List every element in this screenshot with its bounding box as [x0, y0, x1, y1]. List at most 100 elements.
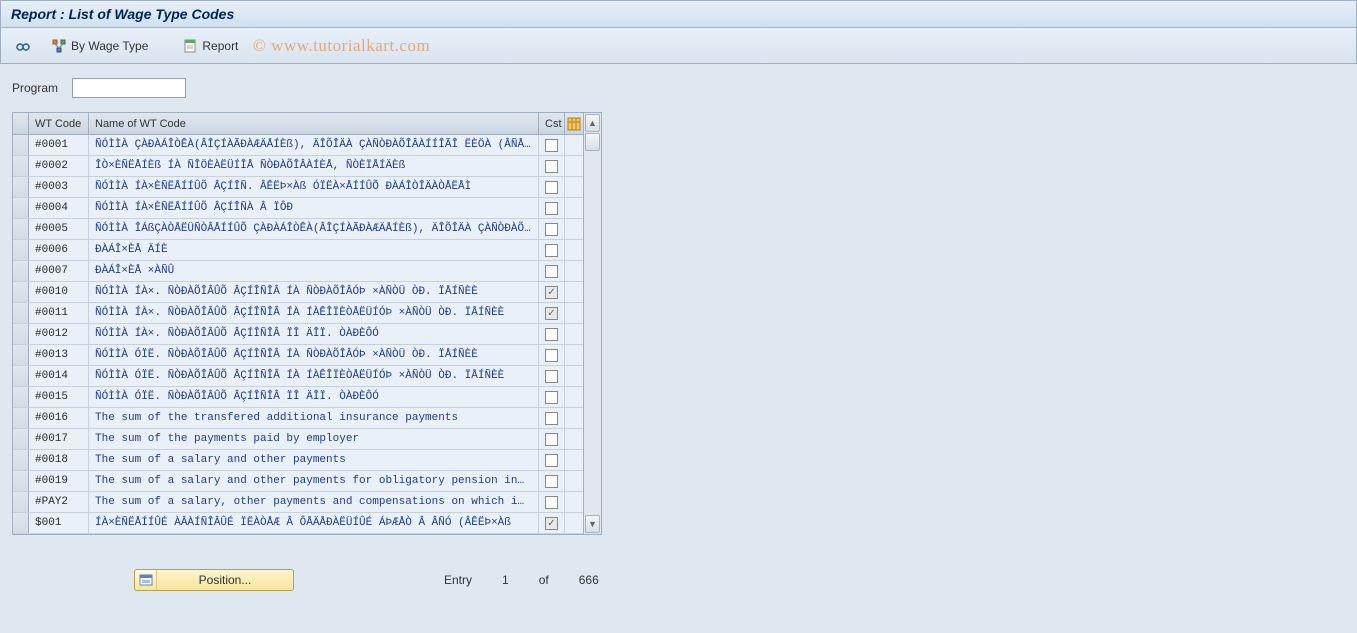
table-row[interactable]: #0015ÑÓÌÌÀ ÓÏË. ÑÒÐÀÕÎÂÛÕ ÂÇÍÎÑÎÂ ÏÎ ÄÎÏ… [13, 387, 583, 408]
th-cst[interactable]: Cst [539, 113, 565, 134]
row-selector[interactable] [13, 471, 29, 491]
row-selector[interactable] [13, 282, 29, 302]
row-selector[interactable] [13, 261, 29, 281]
scroll-down-button[interactable]: ▼ [585, 515, 600, 533]
table-row[interactable]: #0011ÑÓÌÌÀ ÍÀ×. ÑÒÐÀÕÎÂÛÕ ÂÇÍÎÑÎÂ ÍÀ ÍÀÊ… [13, 303, 583, 324]
table-row[interactable]: #0007ÐÀÁÎ×ÈÅ ×ÀÑÛ [13, 261, 583, 282]
table-row[interactable]: #0005ÑÓÌÌÀ ÎÁßÇÀÒÅËÜÑÒÂÅÍÍÛÕ ÇÀÐÀÁÎÒÊÀ(Â… [13, 219, 583, 240]
table-row[interactable]: #0003ÑÓÌÌÀ ÍÀ×ÈÑËÅÍÍÛÕ ÂÇÍÎÑ. ÂÊËÞ×Àß ÓÏ… [13, 177, 583, 198]
table-row[interactable]: #0017The sum of the payments paid by emp… [13, 429, 583, 450]
wage-type-table: WT Code Name of WT Code Cst #0001ÑÓÌÌÀ Ç… [12, 112, 602, 535]
th-wt-name[interactable]: Name of WT Code [89, 113, 539, 134]
table-row[interactable]: #0010ÑÓÌÌÀ ÍÀ×. ÑÒÐÀÕÎÂÛÕ ÂÇÍÎÑÎÂ ÍÀ ÑÒÐ… [13, 282, 583, 303]
table-row[interactable]: #0019The sum of a salary and other payme… [13, 471, 583, 492]
cst-checkbox[interactable] [545, 244, 558, 257]
cell-wt-code: #0017 [29, 429, 89, 449]
cst-checkbox[interactable] [545, 139, 558, 152]
cell-cst [539, 408, 565, 428]
cell-wt-code: #0016 [29, 408, 89, 428]
row-selector[interactable] [13, 177, 29, 197]
th-selector[interactable] [13, 113, 29, 134]
cell-cst [539, 513, 565, 533]
table-row[interactable]: $001ÍÀ×ÈÑËÅÍÍÛÉ ÀÂÀÍÑÎÂÛÉ ÏËÀÒÅÆ Â ÔÅÄÅÐ… [13, 513, 583, 534]
vertical-scrollbar[interactable]: ▲ ▼ [583, 113, 601, 534]
cst-checkbox[interactable] [545, 160, 558, 173]
cell-wt-name: ÎÒ×ÈÑËÅÍÈß ÍÀ ÑÎÖÈÀËÜÍÎÅ ÑÒÐÀÕÎÂÀÍÈÅ, ÑÒ… [89, 156, 539, 176]
detail-button[interactable] [11, 36, 35, 56]
table-row[interactable]: #0001ÑÓÌÌÀ ÇÀÐÀÁÎÒÊÀ(ÂÎÇÍÀÃÐÀÆÄÅÍÈß), ÄÎ… [13, 135, 583, 156]
table-row[interactable]: #PAY2The sum of a salary, other payments… [13, 492, 583, 513]
table-row[interactable]: #0006ÐÀÁÎ×ÈÅ ÄÍÈ [13, 240, 583, 261]
cst-checkbox[interactable] [545, 475, 558, 488]
cst-checkbox[interactable] [545, 391, 558, 404]
cst-checkbox[interactable] [545, 265, 558, 278]
th-wt-code[interactable]: WT Code [29, 113, 89, 134]
table-row[interactable]: #0014ÑÓÌÌÀ ÓÏË. ÑÒÐÀÕÎÂÛÕ ÂÇÍÎÑÎÂ ÍÀ ÍÀÊ… [13, 366, 583, 387]
row-selector[interactable] [13, 450, 29, 470]
title-bar: Report : List of Wage Type Codes [0, 0, 1357, 28]
cell-spacer [565, 450, 583, 470]
row-selector[interactable] [13, 135, 29, 155]
cell-spacer [565, 156, 583, 176]
cell-wt-name: ÑÓÌÌÀ ÍÀ×. ÑÒÐÀÕÎÂÛÕ ÂÇÍÎÑÎÂ ÏÎ ÄÎÏ. ÒÀÐ… [89, 324, 539, 344]
entry-label: Entry [444, 573, 472, 587]
scroll-up-button[interactable]: ▲ [585, 114, 600, 132]
scroll-thumb[interactable] [585, 133, 600, 151]
cst-checkbox[interactable] [545, 412, 558, 425]
row-selector[interactable] [13, 240, 29, 260]
report-button[interactable]: Report [178, 36, 242, 56]
row-selector[interactable] [13, 492, 29, 512]
row-selector[interactable] [13, 366, 29, 386]
cst-checkbox[interactable] [545, 496, 558, 509]
row-selector[interactable] [13, 303, 29, 323]
cell-cst [539, 429, 565, 449]
cell-wt-name: ÑÓÌÌÀ ÇÀÐÀÁÎÒÊÀ(ÂÎÇÍÀÃÐÀÆÄÅÍÈß), ÄÎÕÎÄÀ … [89, 135, 539, 155]
cell-wt-code: #0001 [29, 135, 89, 155]
position-button[interactable]: Position... [134, 569, 294, 591]
row-selector[interactable] [13, 345, 29, 365]
cell-spacer [565, 513, 583, 533]
cst-checkbox[interactable] [545, 370, 558, 383]
row-selector[interactable] [13, 387, 29, 407]
row-selector[interactable] [13, 219, 29, 239]
table-row[interactable]: #0012ÑÓÌÌÀ ÍÀ×. ÑÒÐÀÕÎÂÛÕ ÂÇÍÎÑÎÂ ÏÎ ÄÎÏ… [13, 324, 583, 345]
cst-checkbox[interactable] [545, 286, 558, 299]
cst-checkbox[interactable] [545, 181, 558, 194]
table-settings-icon [567, 117, 581, 131]
cell-wt-name: ÑÓÌÌÀ ÍÀ×. ÑÒÐÀÕÎÂÛÕ ÂÇÍÎÑÎÂ ÍÀ ÑÒÐÀÕÎÂÓ… [89, 282, 539, 302]
table-row[interactable]: #0004ÑÓÌÌÀ ÍÀ×ÈÑËÅÍÍÛÕ ÂÇÍÎÑÀ Â ÏÔÐ [13, 198, 583, 219]
table-row[interactable]: #0013ÑÓÌÌÀ ÓÏË. ÑÒÐÀÕÎÂÛÕ ÂÇÍÎÑÎÂ ÍÀ ÑÒÐ… [13, 345, 583, 366]
cst-checkbox[interactable] [545, 328, 558, 341]
program-input[interactable] [72, 78, 186, 98]
cell-spacer [565, 471, 583, 491]
entry-of: of [539, 573, 549, 587]
row-selector[interactable] [13, 429, 29, 449]
cell-cst [539, 366, 565, 386]
cst-checkbox[interactable] [545, 454, 558, 467]
th-config[interactable] [565, 113, 583, 134]
by-wage-type-button[interactable]: By Wage Type [47, 36, 152, 56]
cst-checkbox[interactable] [545, 349, 558, 362]
row-selector[interactable] [13, 324, 29, 344]
cst-checkbox[interactable] [545, 202, 558, 215]
footer-row: Position... Entry 1 of 666 [134, 569, 1349, 591]
row-selector[interactable] [13, 408, 29, 428]
cell-spacer [565, 366, 583, 386]
entry-total: 666 [579, 573, 599, 587]
cst-checkbox[interactable] [545, 223, 558, 236]
cst-checkbox[interactable] [545, 307, 558, 320]
table-row[interactable]: #0016The sum of the transfered additiona… [13, 408, 583, 429]
cell-wt-code: #0015 [29, 387, 89, 407]
row-selector[interactable] [13, 156, 29, 176]
scroll-track[interactable] [584, 133, 601, 514]
row-selector[interactable] [13, 513, 29, 533]
table-row[interactable]: #0018The sum of a salary and other payme… [13, 450, 583, 471]
cell-wt-code: #PAY2 [29, 492, 89, 512]
cell-wt-code: #0011 [29, 303, 89, 323]
cst-checkbox[interactable] [545, 433, 558, 446]
row-selector[interactable] [13, 198, 29, 218]
cst-checkbox[interactable] [545, 517, 558, 530]
cell-spacer [565, 198, 583, 218]
table-row[interactable]: #0002ÎÒ×ÈÑËÅÍÈß ÍÀ ÑÎÖÈÀËÜÍÎÅ ÑÒÐÀÕÎÂÀÍÈ… [13, 156, 583, 177]
content-area: Program WT Code Name of WT Code Cst #000… [0, 64, 1357, 633]
